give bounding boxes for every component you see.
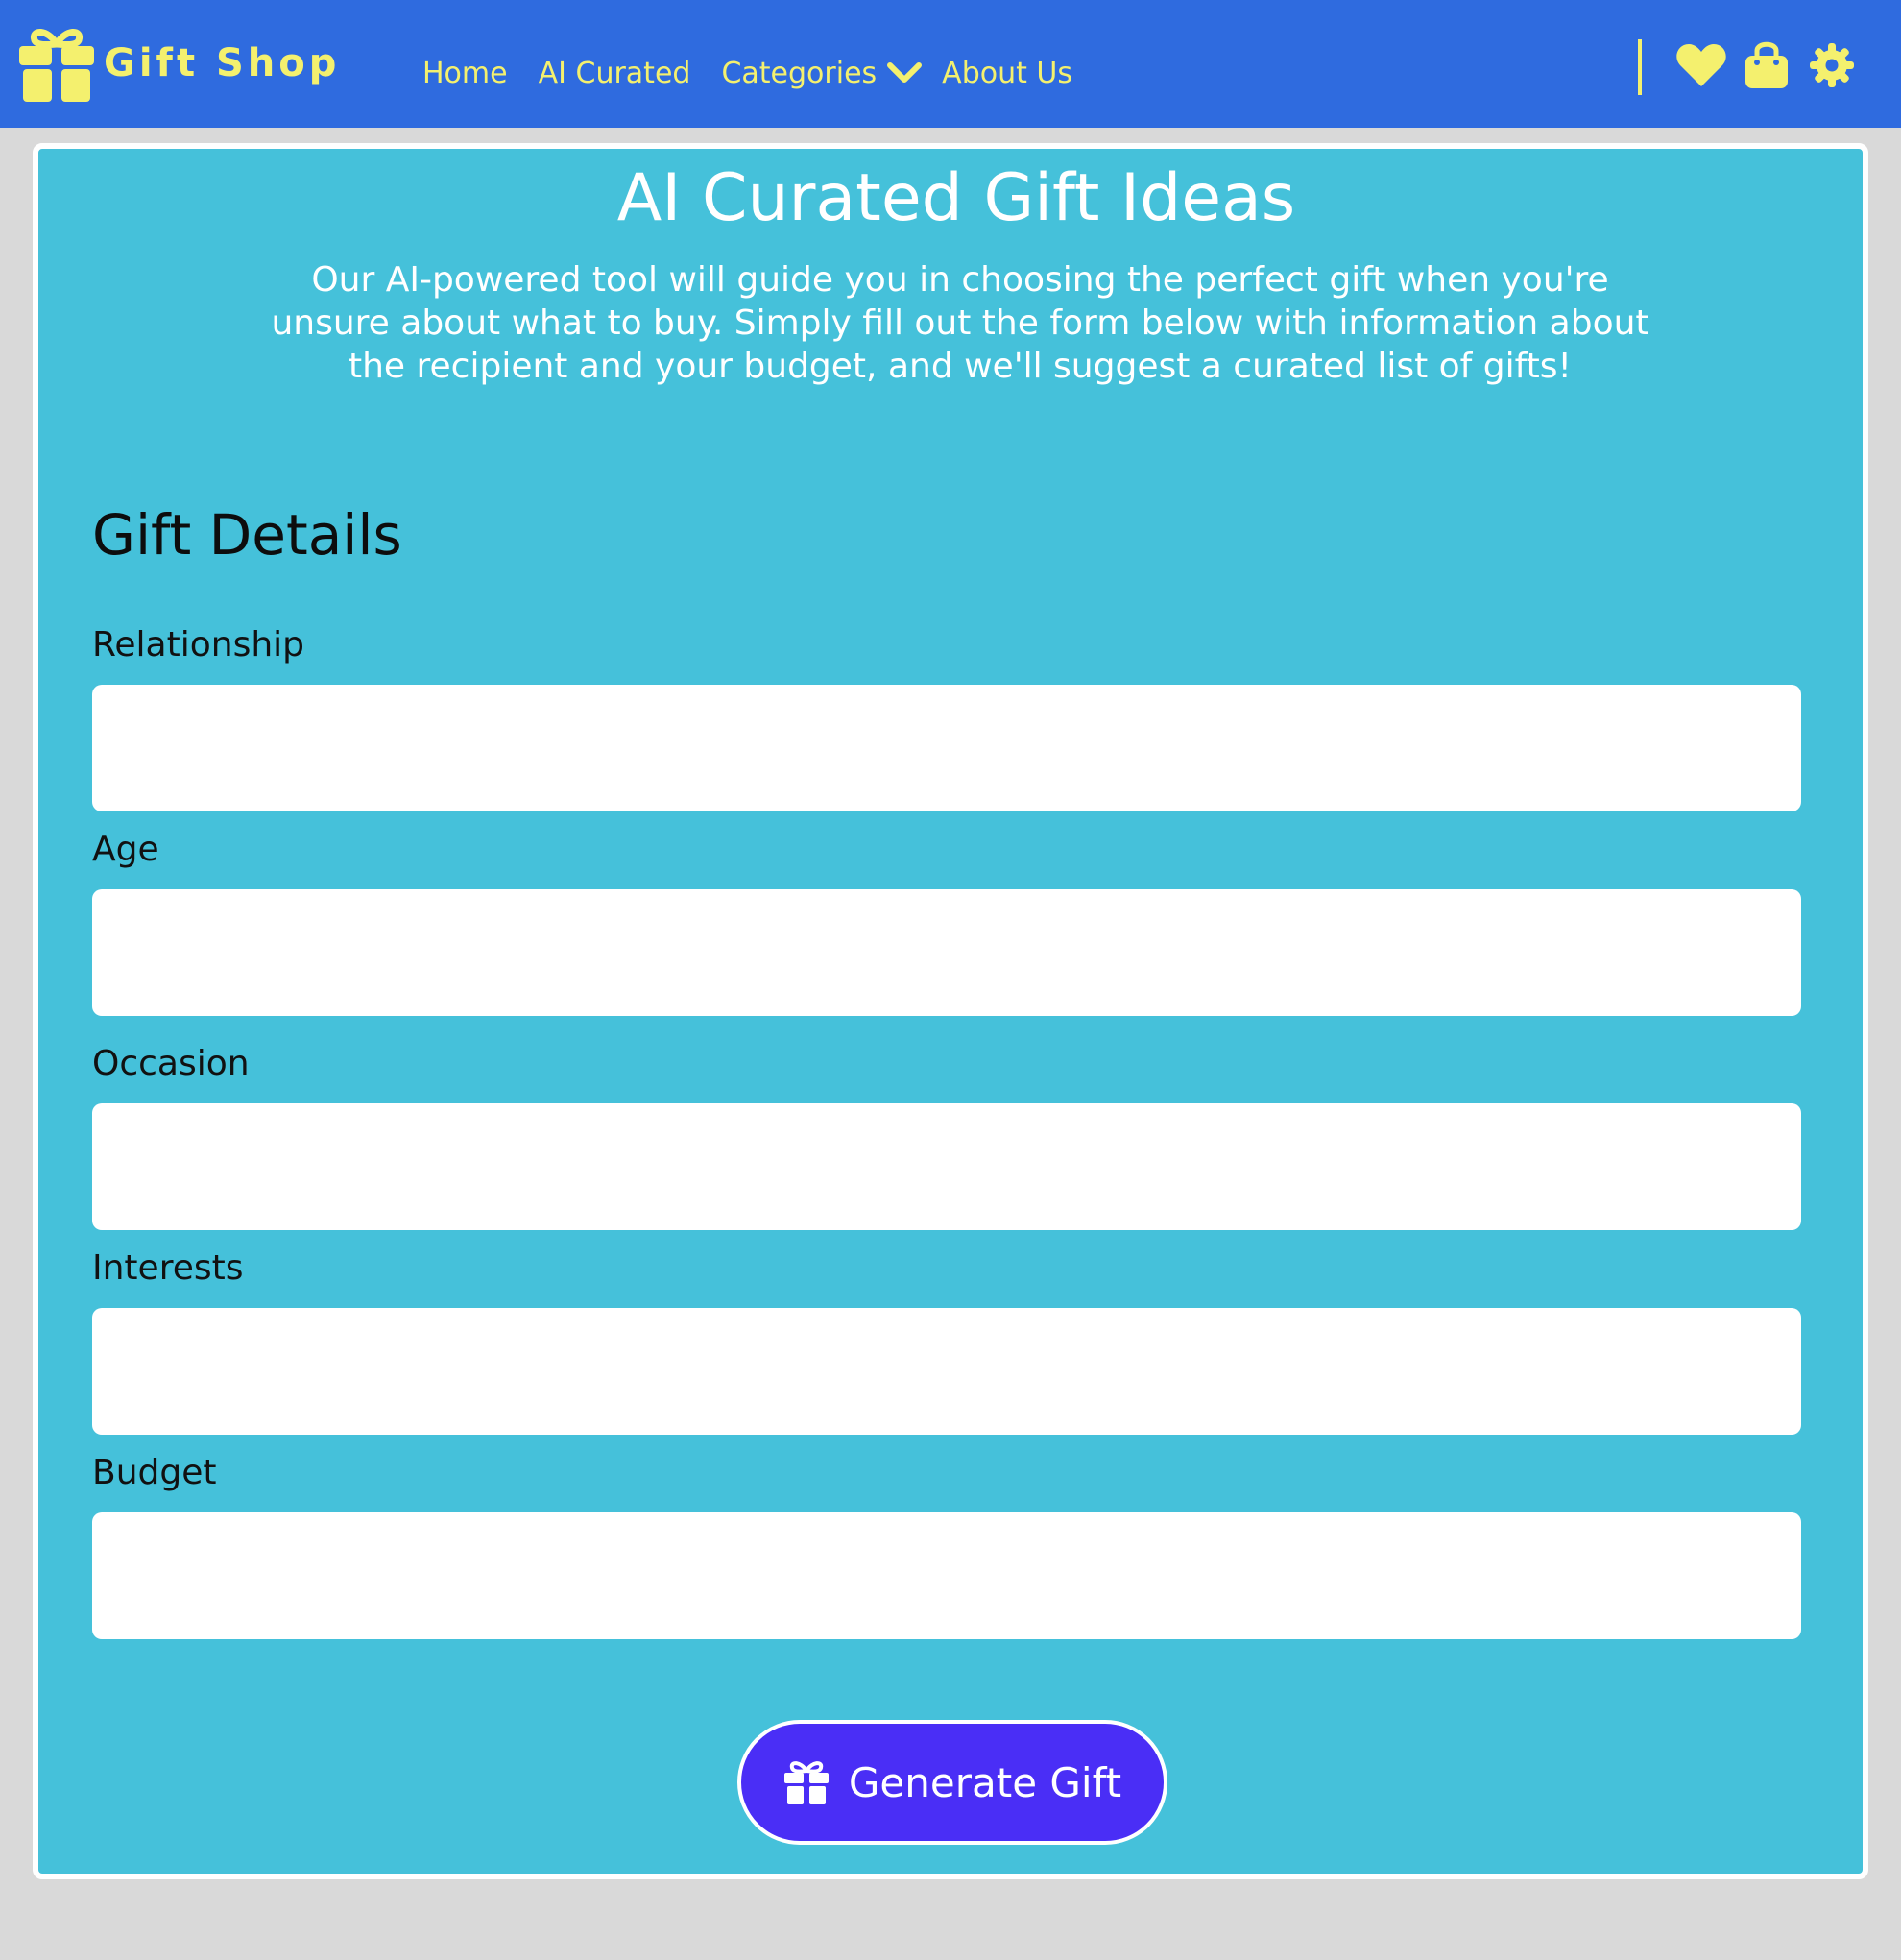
- age-label: Age: [92, 830, 159, 869]
- nav-divider: [1638, 39, 1642, 95]
- gift-icon: [19, 25, 94, 102]
- generate-gift-label: Generate Gift: [848, 1758, 1122, 1806]
- brand-name: Gift Shop: [104, 41, 341, 85]
- gift-form-card: AI Curated Gift Ideas Our AI-powered too…: [33, 143, 1868, 1879]
- intro-text: Our AI-powered tool will guide you in ch…: [271, 260, 1649, 386]
- budget-label: Budget: [92, 1453, 217, 1492]
- page-title: AI Curated Gift Ideas: [616, 160, 1296, 236]
- occasion-label: Occasion: [92, 1044, 250, 1083]
- occasion-input[interactable]: [92, 1103, 1801, 1230]
- interests-input[interactable]: [92, 1308, 1801, 1435]
- brand-logo[interactable]: Gift Shop: [19, 25, 340, 102]
- main-nav: Home AI Curated Categories About Us: [422, 42, 1103, 104]
- top-navbar: Gift Shop Home AI Curated Categories Abo…: [0, 0, 1901, 128]
- nav-dropdown-categories[interactable]: Categories: [721, 57, 923, 90]
- gear-icon[interactable]: [1805, 38, 1859, 92]
- gift-icon: [783, 1759, 830, 1805]
- heart-icon[interactable]: [1674, 38, 1728, 92]
- nav-link-ai-curated[interactable]: AI Curated: [539, 57, 691, 90]
- chevron-down-icon[interactable]: [886, 61, 923, 85]
- nav-link-about-us[interactable]: About Us: [942, 57, 1072, 90]
- nav-link-categories[interactable]: Categories: [721, 57, 877, 90]
- nav-icon-group: [1674, 36, 1870, 94]
- relationship-label: Relationship: [92, 625, 304, 665]
- nav-link-home[interactable]: Home: [422, 57, 508, 90]
- generate-gift-button[interactable]: Generate Gift: [737, 1720, 1167, 1845]
- form-title: Gift Details: [92, 502, 402, 568]
- budget-input[interactable]: [92, 1512, 1801, 1639]
- interests-label: Interests: [92, 1248, 244, 1288]
- age-input[interactable]: [92, 889, 1801, 1016]
- shopping-bag-icon[interactable]: [1740, 38, 1793, 92]
- relationship-input[interactable]: [92, 685, 1801, 811]
